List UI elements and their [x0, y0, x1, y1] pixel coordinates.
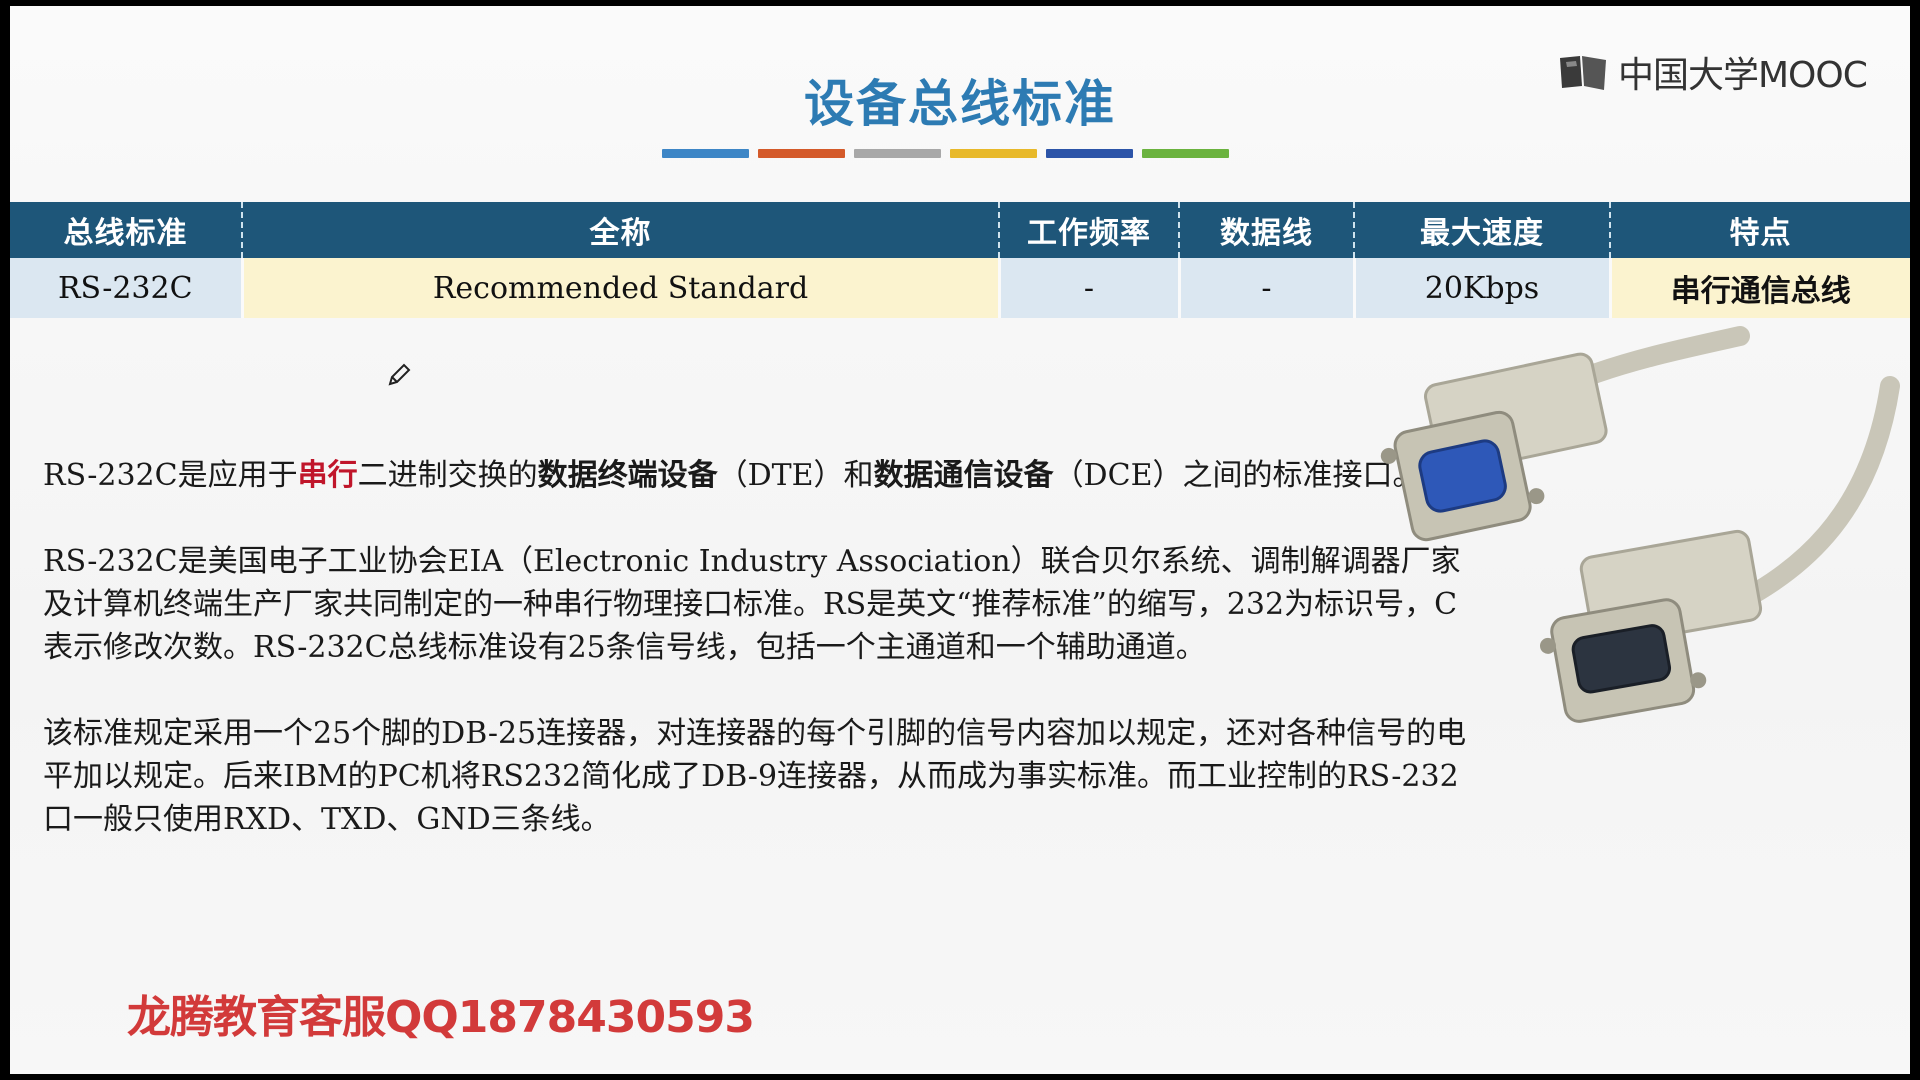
color-bar: [854, 149, 941, 158]
paragraph-2: RS-232C是美国电子工业协会EIA（Electronic Industry …: [43, 544, 1461, 665]
bold-dce: 数据通信设备: [873, 458, 1054, 493]
logo-text: 中国大学MOOC: [1618, 55, 1868, 96]
text-span: （DTE）和: [717, 458, 874, 493]
color-bar: [1046, 149, 1133, 158]
color-bar: [758, 149, 845, 158]
header-frequency: 工作频率: [998, 202, 1179, 258]
title-color-bars: [662, 149, 1229, 158]
bold-dte: 数据终端设备: [537, 458, 718, 493]
paragraph-1: RS-232C是应用于串行二进制交换的数据终端设备（DTE）和数据通信设备（DC…: [43, 454, 1483, 497]
color-bar: [662, 149, 749, 158]
header-full-name: 全称: [241, 202, 999, 258]
serial-cable-image: [1380, 326, 1900, 723]
mooc-logo[interactable]: 中国大学MOOC: [1558, 46, 1868, 98]
highlight-serial: 串行: [297, 458, 358, 493]
cell-bus: RS-232C: [10, 258, 242, 318]
bus-standard-table: 总线标准 全称 工作频率 数据线 最大速度 特点 RS-232C Recomme…: [10, 202, 1910, 318]
header-max-speed: 最大速度: [1353, 202, 1610, 258]
cell-frequency: -: [997, 258, 1179, 318]
cell-data-lines: -: [1177, 258, 1354, 318]
header-feature: 特点: [1609, 202, 1910, 258]
pencil-cursor-icon: [388, 363, 411, 386]
header-data-lines: 数据线: [1178, 202, 1354, 258]
header-bus: 总线标准: [10, 202, 242, 258]
table-row: RS-232C Recommended Standard - - 20Kbps …: [10, 258, 1910, 318]
cell-full-name: Recommended Standard: [240, 258, 999, 318]
cell-feature: 串行通信总线: [1608, 258, 1910, 318]
description-text: RS-232C是应用于串行二进制交换的数据终端设备（DTE）和数据通信设备（DC…: [43, 454, 1483, 884]
color-bar: [950, 149, 1037, 158]
text-span: 二进制交换的: [357, 458, 538, 493]
text-span: RS-232C是应用于: [43, 458, 298, 493]
table-header-row: 总线标准 全称 工作频率 数据线 最大速度 特点: [10, 202, 1910, 258]
color-bar: [1142, 149, 1229, 158]
watermark-text: 龙腾教育客服QQ1878430593: [127, 992, 755, 1043]
slide: 设备总线标准 中国大学MOOC 总线标准 全称 工作频率 数据线 最大速度 特点…: [10, 6, 1910, 1074]
cell-max-speed: 20Kbps: [1352, 258, 1610, 318]
paragraph-3: 该标准规定采用一个25个脚的DB-25连接器，对连接器的每个引脚的信号内容加以规…: [43, 716, 1467, 837]
book-icon: [1560, 56, 1606, 90]
